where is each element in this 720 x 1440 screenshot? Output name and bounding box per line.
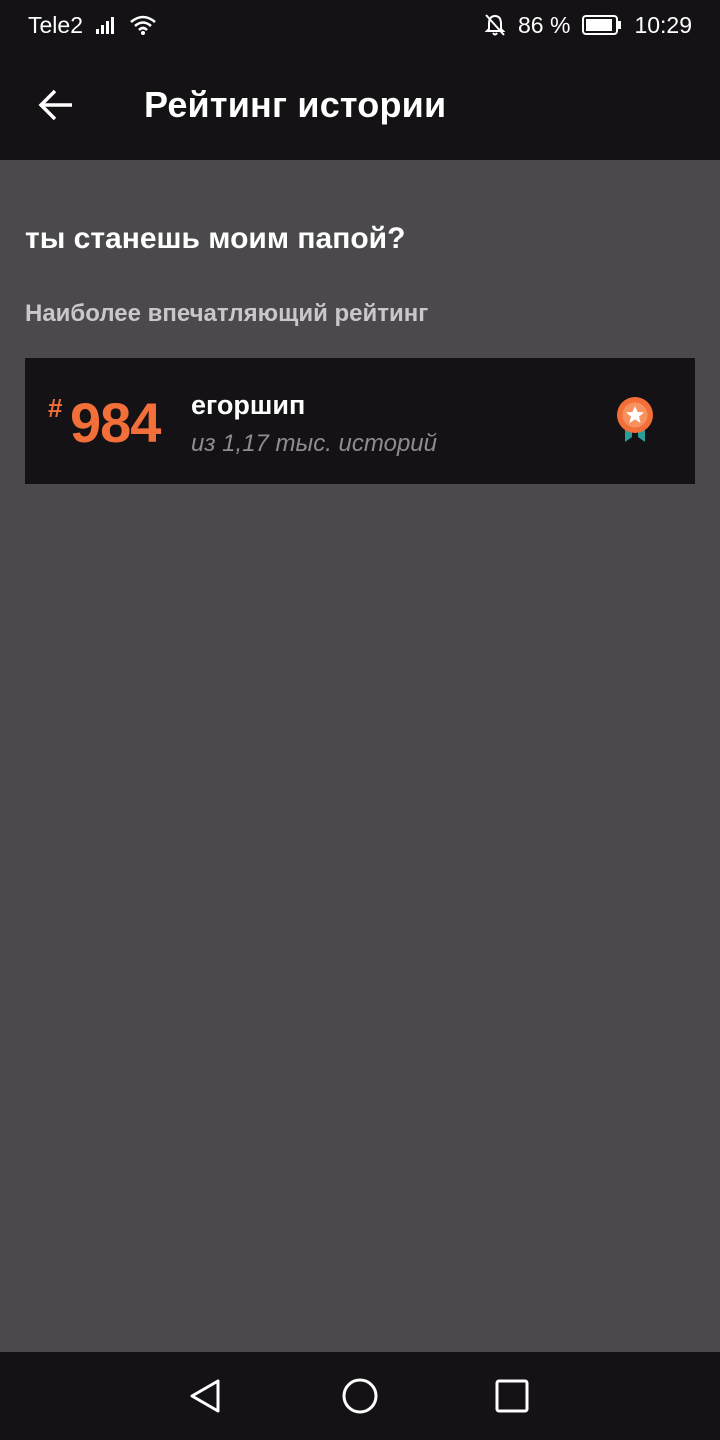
recents-square-icon (495, 1379, 529, 1413)
ranking-tag: егоршип (191, 390, 306, 420)
screen: Tele2 86 % 10:29 Рейтинг истории ты стан… (0, 0, 720, 1440)
home-circle-icon (342, 1378, 378, 1414)
arrow-left-icon (38, 89, 72, 121)
section-label: Наиболее впечатляющий рейтинг (25, 300, 429, 327)
clock: 10:29 (634, 11, 692, 38)
page-title: Рейтинг истории (144, 84, 447, 125)
system-nav-bar (0, 1352, 720, 1440)
carrier-label: Tele2 (28, 11, 83, 38)
rank-hash-symbol: # (48, 393, 63, 423)
status-bar-left: Tele2 (28, 12, 157, 39)
status-bar: Tele2 86 % 10:29 (0, 0, 720, 50)
back-button[interactable] (21, 70, 91, 140)
nav-back-button[interactable] (185, 1376, 225, 1416)
wifi-icon (129, 14, 157, 36)
nav-recents-button[interactable] (492, 1376, 532, 1416)
ranking-subtitle: из 1,17 тыс. историй (191, 430, 437, 457)
story-title: ты станешь моим папой? (25, 222, 406, 255)
battery-percent: 86 % (518, 11, 571, 38)
status-bar-right: 86 % 10:29 (484, 12, 692, 39)
signal-icon (95, 15, 117, 35)
battery-icon (582, 14, 622, 36)
bell-off-icon (484, 13, 506, 37)
rank-number: 984 (70, 391, 161, 454)
nav-home-button[interactable] (340, 1376, 380, 1416)
app-bar: Рейтинг истории (0, 50, 720, 160)
ranking-card[interactable]: # 984 егоршип из 1,17 тыс. историй (25, 358, 695, 484)
back-triangle-icon (190, 1379, 220, 1413)
award-ribbon-icon (617, 397, 653, 442)
